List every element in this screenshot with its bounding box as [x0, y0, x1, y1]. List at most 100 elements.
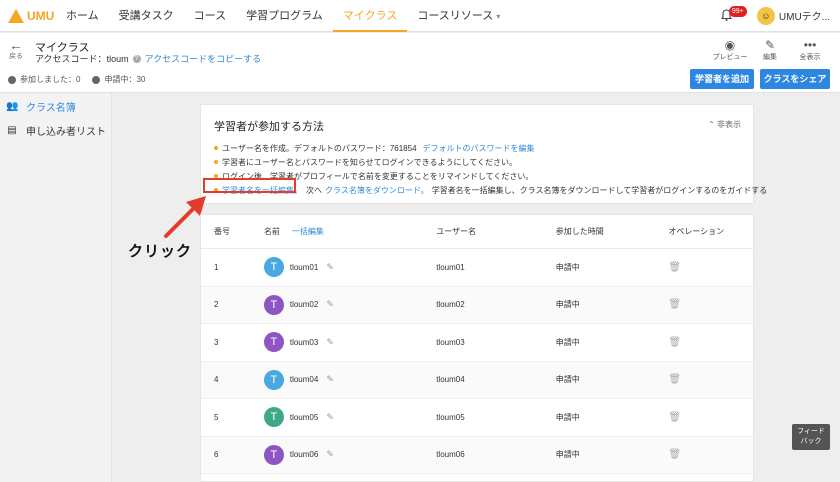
list-icon: ▤ [7, 124, 17, 136]
stat-joined: 参加しました：0 [20, 75, 81, 84]
nav-programs[interactable]: 学習プログラム [236, 0, 333, 32]
status: 申請中 [555, 337, 580, 347]
download-roster-link[interactable]: クラス名簿をダウンロード。 [325, 185, 429, 196]
trash-icon[interactable]: 🗑 [668, 262, 681, 273]
feedback-label-2: バック [800, 438, 822, 445]
username: tloum01 [436, 262, 465, 272]
preview-button[interactable]: ◉ プレビュー [710, 38, 750, 62]
bullet-dot-icon [214, 146, 218, 150]
user-avatar[interactable]: ☺ [756, 6, 775, 25]
edit-icon[interactable]: ✎ [326, 374, 334, 385]
copy-access-code-link[interactable]: アクセスコードをコピーする [145, 52, 262, 65]
step-4-tail: 学習者名を一括編集し、クラス名簿をダウンロードして学習者がログインするのをガイド… [431, 185, 768, 195]
hide-label: 非表示 [717, 120, 741, 129]
sidebar-item-class-roster[interactable]: 👥 クラス名簿 [0, 94, 111, 118]
row-number: 4 [214, 375, 219, 385]
trash-icon[interactable]: 🗑 [668, 412, 681, 423]
click-annotation: クリック [128, 243, 193, 260]
status: 申請中 [555, 450, 580, 460]
trash-icon[interactable]: 🗑 [668, 299, 681, 310]
edit-button[interactable]: ✎ 編集 [750, 38, 790, 62]
nav-course-resources[interactable]: コースリソース ▾ [407, 0, 510, 32]
feedback-label-1: フィード [797, 428, 825, 435]
chevron-up-icon: ⌃ [708, 120, 717, 129]
class-stats: 参加しました：0 申請中：30 [8, 74, 157, 85]
user-face-icon: ☺ [761, 10, 771, 21]
edit-icon[interactable]: ✎ [326, 262, 334, 273]
trash-icon[interactable]: 🗑 [668, 449, 681, 460]
trash-icon[interactable]: 🗑 [668, 374, 681, 385]
logo-mark-icon [8, 8, 24, 23]
nav-course-resources-label: コースリソース [417, 9, 494, 22]
step-2-text: 学習者にユーザー名とパスワードを知らせてログインできるようにしてください。 [222, 157, 518, 167]
learner-name: tloum04 [289, 375, 319, 385]
help-icon[interactable]: ? [132, 54, 141, 63]
sidebar-item-label: クラス名簿 [26, 102, 76, 114]
eye-icon: ◉ [724, 38, 736, 52]
step-3: ログイン後、学習者がプロフィールで名前を変更することをリマインドしてください。 [214, 169, 767, 183]
learner-name: tloum03 [289, 337, 319, 347]
header-number: 番号 [214, 227, 230, 236]
edit-icon[interactable]: ✎ [326, 449, 334, 460]
sidebar-item-label: 申し込み者リスト [26, 126, 106, 138]
status: 申請中 [555, 375, 580, 385]
nav-home[interactable]: ホーム [56, 0, 109, 32]
edit-default-password-link[interactable]: デフォルトのパスワードを編集 [423, 143, 535, 154]
table-header: 番号 名前 一括編集 ユーザー名 参加した時間 オペレーション [201, 215, 753, 249]
umu-logo[interactable]: UMU [8, 8, 56, 23]
learner-name: tloum05 [289, 412, 319, 422]
nav-tasks[interactable]: 受講タスク [109, 0, 184, 32]
status: 申請中 [555, 262, 580, 272]
sidebar: 👥 クラス名簿 ▤ 申し込み者リスト [0, 94, 112, 482]
bulk-edit-button[interactable]: 一括編集 [292, 226, 324, 237]
edit-icon[interactable]: ✎ [326, 337, 334, 348]
username: tloum04 [436, 375, 465, 385]
header-name-cell: 名前 一括編集 [251, 226, 436, 237]
stat-applying: 申請中：30 [104, 75, 146, 84]
user-name[interactable]: UMUテク... [779, 8, 830, 23]
table-row: 3 Ttloum03 ✎ tloum03 申請中 🗑 [201, 324, 753, 362]
page-header: ← 戻る マイクラス アクセスコード： tloum ? アクセスコードをコピーす… [0, 33, 840, 93]
access-code-row: アクセスコード： tloum ? アクセスコードをコピーする [35, 52, 261, 65]
username: tloum02 [436, 300, 465, 310]
feedback-button[interactable]: フィード バック [792, 424, 830, 450]
table-row: 2 Ttloum02 ✎ tloum02 申請中 🗑 [201, 286, 753, 324]
row-number: 5 [214, 412, 219, 422]
back-label: 戻る [9, 53, 23, 60]
edit-icon[interactable]: ✎ [326, 299, 334, 310]
step-1: ユーザー名を作成。デフォルトのパスワード：761854 デフォルトのパスワードを… [214, 141, 767, 155]
row-number: 2 [214, 300, 219, 310]
nav-my-class[interactable]: マイクラス [332, 0, 408, 32]
top-navigation: UMU ホーム 受講タスク コース 学習プログラム マイクラス コースリソース ▾… [0, 0, 840, 32]
roster-table: 番号 名前 一括編集 ユーザー名 参加した時間 オペレーション 1 Ttloum… [200, 214, 754, 482]
step-1-text: ユーザー名を作成。デフォルトのパスワード：761854 [222, 143, 417, 153]
chevron-down-icon: ▾ [496, 11, 501, 21]
highlight-box [203, 178, 296, 193]
notification-button[interactable]: 99+ [719, 5, 747, 26]
table-row: 6 Ttloum06 ✎ tloum06 申請中 🗑 [201, 436, 753, 474]
preview-label: プレビュー [712, 54, 748, 61]
header-join-time: 参加した時間 [555, 227, 604, 236]
hide-button[interactable]: ⌃ 非表示 [708, 119, 741, 130]
show-all-label: 全表示 [799, 54, 821, 61]
step-4-mid: 次へ [306, 185, 322, 195]
status: 申請中 [555, 300, 580, 310]
edit-icon: ✎ [764, 38, 776, 52]
username: tloum05 [436, 412, 465, 422]
nav-courses[interactable]: コース [184, 0, 236, 32]
clock-icon [92, 75, 101, 84]
show-all-button[interactable]: ••• 全表示 [790, 38, 830, 62]
add-learner-button[interactable]: 学習者を追加 [690, 69, 754, 89]
row-number: 1 [214, 262, 219, 272]
sidebar-item-applicants[interactable]: ▤ 申し込み者リスト [0, 118, 111, 142]
logo-text: UMU [27, 8, 55, 23]
share-class-button[interactable]: クラスをシェア [760, 69, 830, 89]
trash-icon[interactable]: 🗑 [668, 337, 681, 348]
edit-icon[interactable]: ✎ [326, 412, 334, 423]
back-button[interactable]: ← 戻る [6, 37, 26, 61]
back-arrow-icon: ← [9, 37, 23, 53]
learner-name: tloum01 [289, 262, 319, 272]
avatar: T [263, 294, 284, 315]
bullet-dot-icon [214, 160, 218, 164]
learner-name: tloum02 [289, 300, 319, 310]
